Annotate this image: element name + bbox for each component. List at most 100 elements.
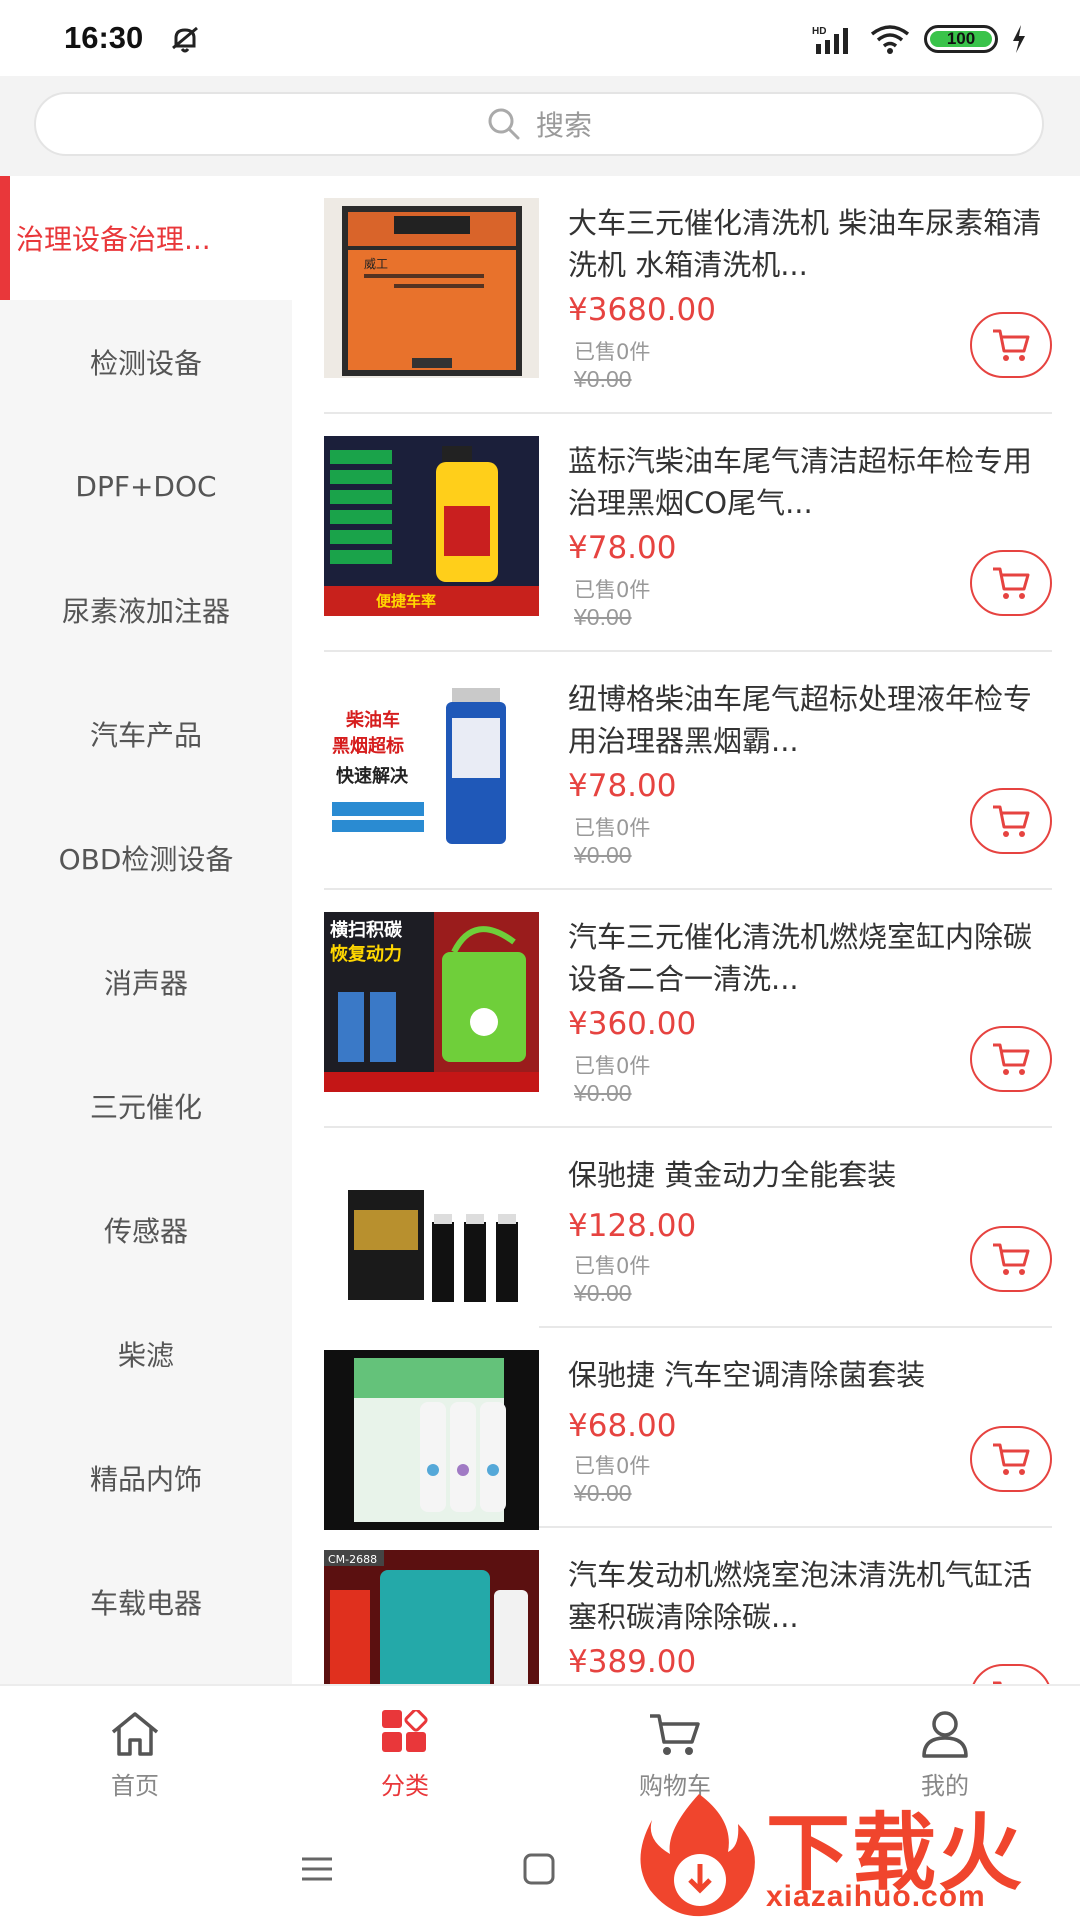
add-to-cart-button[interactable] xyxy=(970,1426,1052,1492)
product-original-price: ¥0.00 xyxy=(574,366,632,392)
sidebar-item-label: 检测设备 xyxy=(89,347,202,380)
product-list: 威工 大车三元催化清洗机 柴油车尿素箱清洗机 水箱清洗机... ¥3680.00… xyxy=(292,176,1080,1684)
sidebar-item-dpf-doc[interactable]: DPF+DOC xyxy=(0,424,292,548)
cart-icon xyxy=(993,1443,1030,1475)
product-image-text: 威工 xyxy=(364,257,388,271)
add-to-cart-button[interactable] xyxy=(970,788,1052,854)
product-image-text: 柴油车 xyxy=(345,709,400,731)
sidebar-item-label: 三元催化 xyxy=(89,1091,202,1124)
product-item[interactable]: 便捷车率 蓝标汽柴油车尾气清洁超标年检专用治理黑烟CO尾气... ¥78.00 … xyxy=(324,414,1052,652)
product-image-text: 便捷车率 xyxy=(376,592,436,610)
sidebar-item-label: 传感器 xyxy=(103,1215,188,1248)
product-sold: 已售0件 xyxy=(574,1254,651,1278)
product-price: ¥78.00 xyxy=(568,530,677,566)
battery-indicator: 100 xyxy=(924,25,998,53)
product-title: 保驰捷 汽车空调清除菌套装 xyxy=(568,1358,926,1392)
product-price: ¥3680.00 xyxy=(568,292,716,328)
sidebar-item-label: DPF+DOC xyxy=(75,469,217,503)
status-bar: 16:30 HD 100 xyxy=(0,0,1080,76)
product-price: ¥68.00 xyxy=(568,1408,677,1444)
product-image: 柴油车 黑烟超标 快速解决 xyxy=(324,674,539,854)
product-image: 便捷车率 xyxy=(324,436,539,616)
sidebar-item-car-electronics[interactable]: 车载电器 xyxy=(0,1540,292,1664)
cart-icon xyxy=(993,1043,1030,1075)
sidebar-item-testing[interactable]: 检测设备 xyxy=(0,300,292,424)
tab-category[interactable]: 分类 xyxy=(270,1686,540,1822)
product-image xyxy=(324,1150,539,1330)
sidebar-item-label: OBD检测设备 xyxy=(58,843,234,876)
product-price: ¥78.00 xyxy=(568,768,677,804)
product-original-price: ¥0.00 xyxy=(574,842,632,868)
product-original-price: ¥0.00 xyxy=(574,604,632,630)
mute-icon xyxy=(172,26,198,53)
sidebar-item-label: 柴滤 xyxy=(117,1339,174,1372)
product-image-text: 黑烟超标 xyxy=(332,735,404,757)
cart-icon xyxy=(993,567,1030,599)
product-item[interactable]: 横扫积碳 恢复动力 汽车三元催化清洗机燃烧室缸内除碳设备二合一清洗... ¥36… xyxy=(324,890,1052,1128)
sidebar-item-catalytic[interactable]: 三元催化 xyxy=(0,1044,292,1168)
sidebar-item-label: 治理设备治理... xyxy=(16,223,211,256)
product-original-price: ¥0.00 xyxy=(574,1280,632,1306)
user-icon xyxy=(922,1711,968,1758)
product-sold: 已售0件 xyxy=(574,340,651,364)
product-sold: 已售0件 xyxy=(574,816,651,840)
battery-level: 100 xyxy=(946,29,976,48)
category-sidebar: 治理设备治理... 检测设备 DPF+DOC 尿素液加注器 汽车产品 OBD检测… xyxy=(0,176,292,1684)
product-image: 横扫积碳 恢复动力 xyxy=(324,912,539,1092)
menu-icon[interactable] xyxy=(300,1854,334,1884)
product-image xyxy=(324,1350,539,1530)
sidebar-item-label: 车载电器 xyxy=(89,1587,202,1620)
flame-logo-icon xyxy=(640,1794,755,1917)
product-title: 纽博格柴油车尾气超标处理液年检专用治理器黑烟霸... xyxy=(568,682,1033,758)
sidebar-item-interior[interactable]: 精品内饰 xyxy=(0,1416,292,1540)
network-label: HD xyxy=(812,26,826,37)
product-image: 威工 xyxy=(324,198,539,378)
cart-icon xyxy=(993,805,1030,837)
product-item[interactable]: 保驰捷 黄金动力全能套装 ¥128.00 已售0件 ¥0.00 xyxy=(324,1128,1052,1330)
add-to-cart-button[interactable] xyxy=(970,1664,1052,1684)
watermark-logo: 下载火 xiazaihuo.com xyxy=(636,1780,1080,1920)
status-time: 16:30 xyxy=(64,20,144,55)
product-image-text: 横扫积碳 xyxy=(330,919,403,941)
search-area: 搜索 xyxy=(0,76,1080,176)
product-price: ¥360.00 xyxy=(568,1006,697,1042)
cart-icon xyxy=(650,1714,700,1755)
product-image: CM-2688 xyxy=(324,1550,539,1684)
category-icon xyxy=(382,1710,428,1752)
product-original-price: ¥0.00 xyxy=(574,1480,632,1506)
sidebar-item-obd[interactable]: OBD检测设备 xyxy=(0,796,292,920)
sidebar-item-muffler[interactable]: 消声器 xyxy=(0,920,292,1044)
sidebar-item-urea-filler[interactable]: 尿素液加注器 xyxy=(0,548,292,672)
add-to-cart-button[interactable] xyxy=(970,550,1052,616)
product-item[interactable]: CM-2688 汽车发动机燃烧室泡沫清洗机气缸活塞积碳清除除碳... ¥389.… xyxy=(324,1528,1052,1684)
product-original-price: ¥0.00 xyxy=(574,1080,632,1106)
product-image-text: 恢复动力 xyxy=(330,943,402,965)
cart-icon xyxy=(993,329,1030,361)
charging-icon xyxy=(1013,25,1025,53)
search-input[interactable]: 搜索 xyxy=(34,92,1044,156)
product-price: ¥389.00 xyxy=(568,1644,697,1680)
product-item[interactable]: 柴油车 黑烟超标 快速解决 纽博格柴油车尾气超标处理液年检专用治理器黑烟霸...… xyxy=(324,652,1052,890)
product-item[interactable]: 威工 大车三元催化清洗机 柴油车尿素箱清洗机 水箱清洗机... ¥3680.00… xyxy=(324,176,1052,414)
signal-icon: HD xyxy=(812,26,848,54)
product-item[interactable]: 保驰捷 汽车空调清除菌套装 ¥68.00 已售0件 ¥0.00 xyxy=(324,1328,1052,1530)
home-square-icon[interactable] xyxy=(522,1852,556,1886)
status-icons: HD 100 xyxy=(812,22,1026,56)
tab-home[interactable]: 首页 xyxy=(0,1686,270,1822)
sidebar-item-governance[interactable]: 治理设备治理... xyxy=(0,176,292,300)
sidebar-item-sensor[interactable]: 传感器 xyxy=(0,1168,292,1292)
search-icon xyxy=(488,108,520,140)
add-to-cart-button[interactable] xyxy=(970,1026,1052,1092)
sidebar-item-car-products[interactable]: 汽车产品 xyxy=(0,672,292,796)
add-to-cart-button[interactable] xyxy=(970,1226,1052,1292)
search-placeholder: 搜索 xyxy=(535,109,592,142)
product-sold: 已售0件 xyxy=(574,1454,651,1478)
product-title: 汽车三元催化清洗机燃烧室缸内除碳设备二合一清洗... xyxy=(568,920,1033,996)
sidebar-item-label: 汽车产品 xyxy=(89,719,202,752)
sidebar-item-label: 尿素液加注器 xyxy=(61,595,230,628)
product-title: 蓝标汽柴油车尾气清洁超标年检专用治理黑烟CO尾气... xyxy=(568,444,1033,520)
sidebar-item-diesel-filter[interactable]: 柴滤 xyxy=(0,1292,292,1416)
watermark-url: xiazaihuo.com xyxy=(766,1880,986,1913)
add-to-cart-button[interactable] xyxy=(970,312,1052,378)
wifi-icon xyxy=(870,25,910,54)
